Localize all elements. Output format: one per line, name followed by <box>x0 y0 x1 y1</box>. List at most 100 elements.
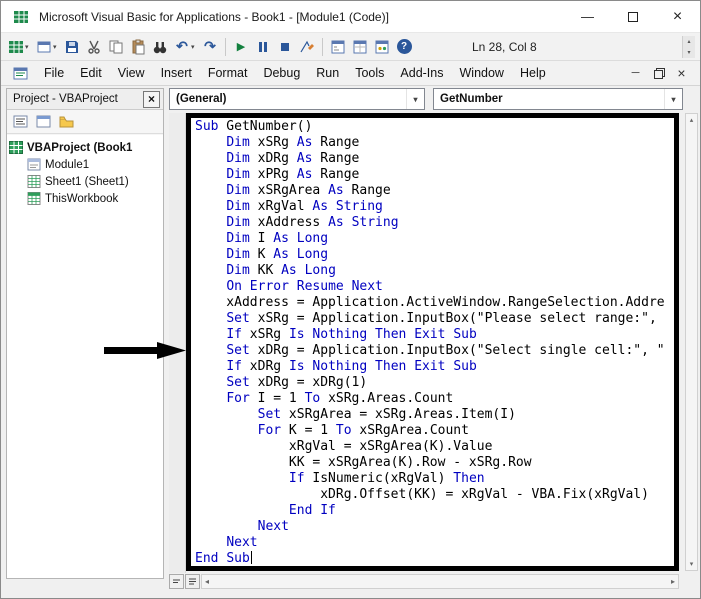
tree-item-thisworkbook[interactable]: ThisWorkbook <box>9 190 161 207</box>
minimize-button[interactable]: — <box>565 1 610 32</box>
vba-project-icon <box>9 141 23 154</box>
standard-toolbar: ▾ ▾ ↶ ▾ ↷ ▶ ? Ln 28, Col 8 ▴ ▾ <box>1 33 700 61</box>
chevron-down-icon: ▾ <box>664 89 682 109</box>
close-button[interactable]: × <box>655 1 700 32</box>
menu-item-format[interactable]: Format <box>200 63 256 83</box>
code-line: Dim KK As Long <box>226 263 336 278</box>
toolbar-options-chevron[interactable]: ▴ ▾ <box>682 35 695 58</box>
code-line: On Error Resume Next <box>226 279 383 294</box>
code-line: For I = 1 To xSRg.Areas.Count <box>226 391 454 406</box>
code-line: Set xDRg = Application.InputBox("Select … <box>226 343 665 358</box>
full-module-view-button[interactable] <box>185 574 200 589</box>
text-cursor <box>250 551 252 564</box>
procedure-dropdown-value: GetNumber <box>440 93 503 105</box>
reset-icon[interactable] <box>275 37 295 57</box>
child-restore-button[interactable] <box>648 64 669 82</box>
code-line: xDRg.Offset(KK) = xRgVal - VBA.Fix(xRgVa… <box>195 487 649 502</box>
cursor-position-indicator: Ln 28, Col 8 <box>472 39 537 54</box>
tree-item-vbaproject[interactable]: VBAProject (Book1 <box>9 139 161 156</box>
menu-item-insert[interactable]: Insert <box>153 63 200 83</box>
code-window-bottom: ◂ ▸ <box>169 574 679 589</box>
view-microsoft-excel-icon[interactable] <box>6 37 26 57</box>
menu-item-window[interactable]: Window <box>452 63 512 83</box>
menu-item-help[interactable]: Help <box>512 63 554 83</box>
project-panel-close-button[interactable]: × <box>143 90 160 108</box>
code-line: Set xSRg = Application.InputBox("Please … <box>226 311 657 326</box>
tree-item-label: ThisWorkbook <box>45 192 119 205</box>
help-question-glyph: ? <box>396 39 412 54</box>
menu-item-edit[interactable]: Edit <box>72 63 110 83</box>
project-panel-toolbar <box>7 110 163 134</box>
menu-item-run[interactable]: Run <box>308 63 347 83</box>
tree-item-label: Module1 <box>45 158 90 171</box>
tree-item-label: Sheet1 (Sheet1) <box>45 175 129 188</box>
chevron-down-icon[interactable]: ▾ <box>53 43 60 51</box>
maximize-icon <box>627 11 638 22</box>
vba-app-icon <box>13 9 29 25</box>
maximize-button[interactable] <box>610 1 655 32</box>
menu-item-tools[interactable]: Tools <box>347 63 392 83</box>
code-line: Dim xDRg As Range <box>226 151 360 166</box>
toggle-folders-icon[interactable] <box>57 112 76 131</box>
tree-item-module1[interactable]: Module1 <box>9 156 161 173</box>
run-icon[interactable]: ▶ <box>231 37 251 57</box>
object-dropdown-value: (General) <box>176 93 227 105</box>
menu-item-file[interactable]: File <box>36 63 72 83</box>
code-line: If xDRg Is Nothing Then Exit Sub <box>226 359 477 374</box>
design-mode-icon[interactable] <box>297 37 317 57</box>
paste-icon[interactable] <box>128 37 148 57</box>
scroll-up-icon[interactable]: ▴ <box>690 116 694 124</box>
menu-bar: File Edit View Insert Format Debug Run T… <box>1 61 700 86</box>
copy-icon[interactable] <box>106 37 126 57</box>
scroll-down-icon[interactable]: ▾ <box>690 560 694 568</box>
title-bar: Microsoft Visual Basic for Applications … <box>1 1 700 33</box>
chevron-down-icon[interactable]: ▾ <box>191 43 198 51</box>
view-object-icon[interactable] <box>34 112 53 131</box>
code-line: xAddress = Application.ActiveWindow.Rang… <box>195 295 665 310</box>
vertical-scrollbar[interactable]: ▴ ▾ <box>685 113 698 571</box>
menu-item-debug[interactable]: Debug <box>255 63 308 83</box>
code-line: If IsNumeric(xRgVal) Then <box>288 471 485 486</box>
module-icon <box>27 158 41 171</box>
project-panel-title: Project - VBAProject <box>13 93 118 105</box>
scroll-left-icon[interactable]: ◂ <box>205 577 209 586</box>
undo-icon[interactable]: ↶ <box>172 37 192 57</box>
properties-window-icon[interactable] <box>350 37 370 57</box>
down-arrow-icon: ▾ <box>687 49 691 56</box>
tree-item-label: VBAProject (Book1 <box>27 141 133 154</box>
child-minimize-button[interactable]: ─ <box>625 64 646 82</box>
chevron-down-icon[interactable]: ▾ <box>25 43 32 51</box>
code-line: Next <box>226 535 258 550</box>
code-editor-area[interactable]: Sub GetNumber() Dim xSRg As Range Dim xD… <box>186 113 679 571</box>
break-icon[interactable] <box>253 37 273 57</box>
project-explorer-icon[interactable] <box>328 37 348 57</box>
worksheet-icon <box>27 175 41 188</box>
insert-userform-icon[interactable] <box>34 37 54 57</box>
help-icon[interactable]: ? <box>394 37 414 57</box>
code-line: End If <box>288 503 336 518</box>
code-line: Dim xPRg As Range <box>226 167 360 182</box>
menu-item-view[interactable]: View <box>110 63 153 83</box>
code-line: Set xSRgArea = xSRg.Areas.Item(I) <box>257 407 516 422</box>
cut-icon[interactable] <box>84 37 104 57</box>
procedure-dropdown[interactable]: GetNumber ▾ <box>433 88 683 110</box>
horizontal-scrollbar[interactable]: ◂ ▸ <box>201 574 679 589</box>
scroll-right-icon[interactable]: ▸ <box>671 577 675 586</box>
code-window-icon[interactable] <box>13 66 28 81</box>
menu-item-addins[interactable]: Add-Ins <box>392 63 451 83</box>
procedure-view-button[interactable] <box>169 574 184 589</box>
save-icon[interactable] <box>62 37 82 57</box>
project-tree: VBAProject (Book1 Module1 Sheet1 (Sheet1… <box>7 135 163 578</box>
vba-editor-window: Microsoft Visual Basic for Applications … <box>0 0 701 599</box>
code-line: For K = 1 To xSRgArea.Count <box>257 423 469 438</box>
view-code-icon[interactable] <box>11 112 30 131</box>
object-dropdown[interactable]: (General) ▾ <box>169 88 425 110</box>
code-line: KK = xSRgArea(K).Row - xSRg.Row <box>195 455 532 470</box>
child-close-button[interactable]: × <box>671 64 692 82</box>
find-icon[interactable] <box>150 37 170 57</box>
workbook-icon <box>27 192 41 205</box>
tree-item-sheet1[interactable]: Sheet1 (Sheet1) <box>9 173 161 190</box>
object-browser-icon[interactable] <box>372 37 392 57</box>
margin-indicator-bar <box>169 113 186 573</box>
redo-icon[interactable]: ↷ <box>200 37 220 57</box>
